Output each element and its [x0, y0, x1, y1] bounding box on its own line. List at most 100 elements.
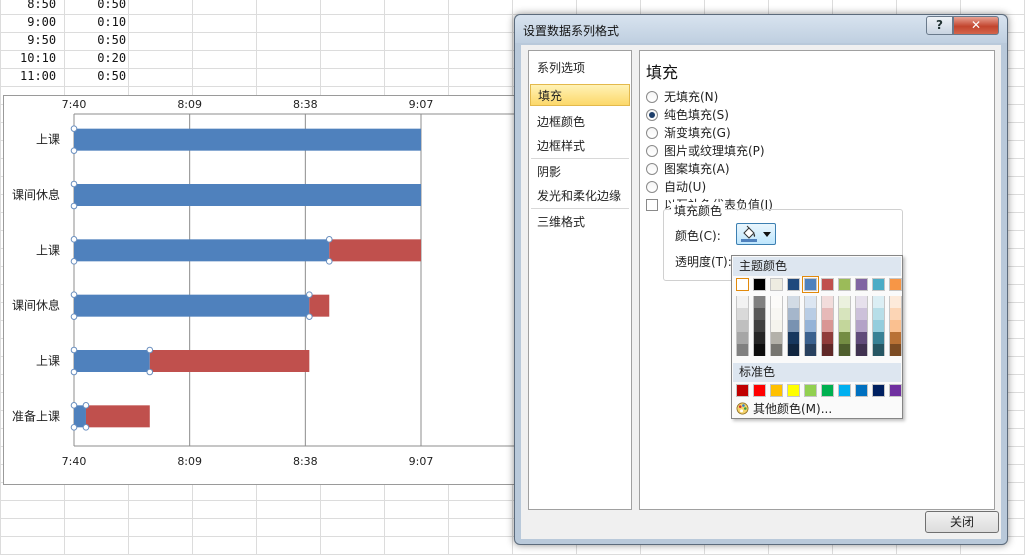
gantt-chart[interactable]: 7:40 7:40 8:09 8:09 8:38 8:38 9:07 9:07 上课 课间休息 上课…: [3, 95, 519, 485]
nav-item-3d-format[interactable]: 三维格式: [530, 211, 630, 233]
shade-swatch[interactable]: [872, 344, 885, 356]
standard-color-swatch[interactable]: [753, 384, 766, 397]
shade-swatch[interactable]: [736, 296, 749, 308]
standard-color-swatch[interactable]: [770, 384, 783, 397]
nav-item-border-style[interactable]: 边框样式: [530, 135, 630, 157]
shade-swatch[interactable]: [753, 320, 766, 332]
shade-swatch[interactable]: [838, 332, 851, 344]
shade-swatch[interactable]: [753, 344, 766, 356]
shade-swatch[interactable]: [804, 308, 817, 320]
shade-swatch[interactable]: [821, 320, 834, 332]
shade-swatch[interactable]: [855, 296, 868, 308]
shade-swatch[interactable]: [736, 344, 749, 356]
theme-color-swatch[interactable]: [770, 278, 783, 291]
theme-color-swatch[interactable]: [787, 278, 800, 291]
shade-swatch[interactable]: [787, 296, 800, 308]
shade-swatch[interactable]: [872, 296, 885, 308]
theme-color-swatch[interactable]: [889, 278, 902, 291]
shade-swatch[interactable]: [736, 320, 749, 332]
shade-swatch[interactable]: [736, 308, 749, 320]
theme-color-swatch[interactable]: [872, 278, 885, 291]
shade-swatch[interactable]: [821, 308, 834, 320]
sheet-cell-time[interactable]: 10:10: [20, 51, 56, 65]
standard-color-swatch[interactable]: [838, 384, 851, 397]
shade-swatch[interactable]: [855, 320, 868, 332]
sheet-cell-duration[interactable]: 0:20: [97, 51, 126, 65]
theme-color-swatch[interactable]: [838, 278, 851, 291]
radio-gradient-fill[interactable]: 渐变填充(G): [646, 125, 731, 141]
shade-swatch[interactable]: [804, 320, 817, 332]
nav-item-border-color[interactable]: 边框颜色: [530, 111, 630, 133]
shade-swatch[interactable]: [770, 320, 783, 332]
shade-swatch[interactable]: [787, 320, 800, 332]
theme-color-swatch[interactable]: [736, 278, 749, 291]
standard-color-swatch[interactable]: [821, 384, 834, 397]
more-colors-item[interactable]: 其他颜色(M)...: [736, 401, 832, 417]
shade-swatch[interactable]: [770, 344, 783, 356]
nav-item-fill[interactable]: 填充: [530, 84, 630, 106]
shade-swatch[interactable]: [821, 332, 834, 344]
shade-swatch[interactable]: [804, 344, 817, 356]
standard-color-swatch[interactable]: [736, 384, 749, 397]
shade-swatch[interactable]: [787, 332, 800, 344]
help-button[interactable]: ?: [926, 16, 953, 35]
shade-swatch[interactable]: [821, 296, 834, 308]
radio-automatic[interactable]: 自动(U): [646, 179, 706, 195]
sheet-cell-duration[interactable]: 0:50: [97, 69, 126, 83]
standard-color-swatch[interactable]: [787, 384, 800, 397]
color-picker-button[interactable]: [736, 223, 776, 245]
shade-swatch[interactable]: [736, 332, 749, 344]
theme-color-swatch[interactable]: [802, 276, 819, 293]
sheet-cell-time[interactable]: 9:00: [27, 15, 56, 29]
sheet-cell-time[interactable]: 9:50: [27, 33, 56, 47]
shade-swatch[interactable]: [855, 332, 868, 344]
shade-swatch[interactable]: [838, 320, 851, 332]
standard-color-swatch[interactable]: [889, 384, 902, 397]
shade-swatch[interactable]: [838, 308, 851, 320]
nav-item-shadow[interactable]: 阴影: [530, 161, 630, 183]
shade-swatch[interactable]: [770, 296, 783, 308]
sheet-cell-time[interactable]: 8:50: [27, 0, 56, 11]
shade-swatch[interactable]: [872, 320, 885, 332]
radio-pattern-fill[interactable]: 图案填充(A): [646, 161, 730, 177]
nav-item-glow[interactable]: 发光和柔化边缘: [530, 185, 630, 207]
sheet-cell-time[interactable]: 11:00: [20, 69, 56, 83]
shade-swatch[interactable]: [787, 308, 800, 320]
standard-color-swatch[interactable]: [855, 384, 868, 397]
shade-swatch[interactable]: [889, 308, 902, 320]
standard-color-swatch[interactable]: [804, 384, 817, 397]
shade-swatch[interactable]: [753, 308, 766, 320]
shade-swatch[interactable]: [770, 308, 783, 320]
window-close-button[interactable]: ✕: [953, 16, 999, 35]
shade-swatch[interactable]: [770, 332, 783, 344]
shade-swatch[interactable]: [753, 296, 766, 308]
shade-swatch[interactable]: [787, 344, 800, 356]
theme-color-swatch[interactable]: [753, 278, 766, 291]
standard-color-swatch[interactable]: [872, 384, 885, 397]
radio-solid-fill[interactable]: 纯色填充(S): [646, 107, 729, 123]
shade-swatch[interactable]: [838, 296, 851, 308]
shade-swatch[interactable]: [855, 344, 868, 356]
close-button[interactable]: 关闭: [925, 511, 999, 533]
sheet-cell-duration[interactable]: 0:50: [97, 0, 126, 11]
sheet-cell-duration[interactable]: 0:10: [97, 15, 126, 29]
theme-color-swatch[interactable]: [821, 278, 834, 291]
shade-swatch[interactable]: [821, 344, 834, 356]
theme-color-swatch[interactable]: [855, 278, 868, 291]
shade-swatch[interactable]: [872, 308, 885, 320]
radio-picture-fill[interactable]: 图片或纹理填充(P): [646, 143, 765, 159]
shade-swatch[interactable]: [889, 320, 902, 332]
shade-swatch[interactable]: [753, 332, 766, 344]
shade-swatch[interactable]: [804, 332, 817, 344]
shade-swatch[interactable]: [855, 308, 868, 320]
sheet-cell-duration[interactable]: 0:50: [97, 33, 126, 47]
title-bar[interactable]: 设置数据系列格式 ? ✕: [515, 15, 1007, 43]
shade-swatch[interactable]: [804, 296, 817, 308]
nav-item-series-options[interactable]: 系列选项: [530, 57, 630, 79]
shade-swatch[interactable]: [889, 344, 902, 356]
shade-swatch[interactable]: [889, 332, 902, 344]
radio-no-fill[interactable]: 无填充(N): [646, 89, 718, 105]
shade-swatch[interactable]: [872, 332, 885, 344]
shade-swatch[interactable]: [889, 296, 902, 308]
shade-swatch[interactable]: [838, 344, 851, 356]
